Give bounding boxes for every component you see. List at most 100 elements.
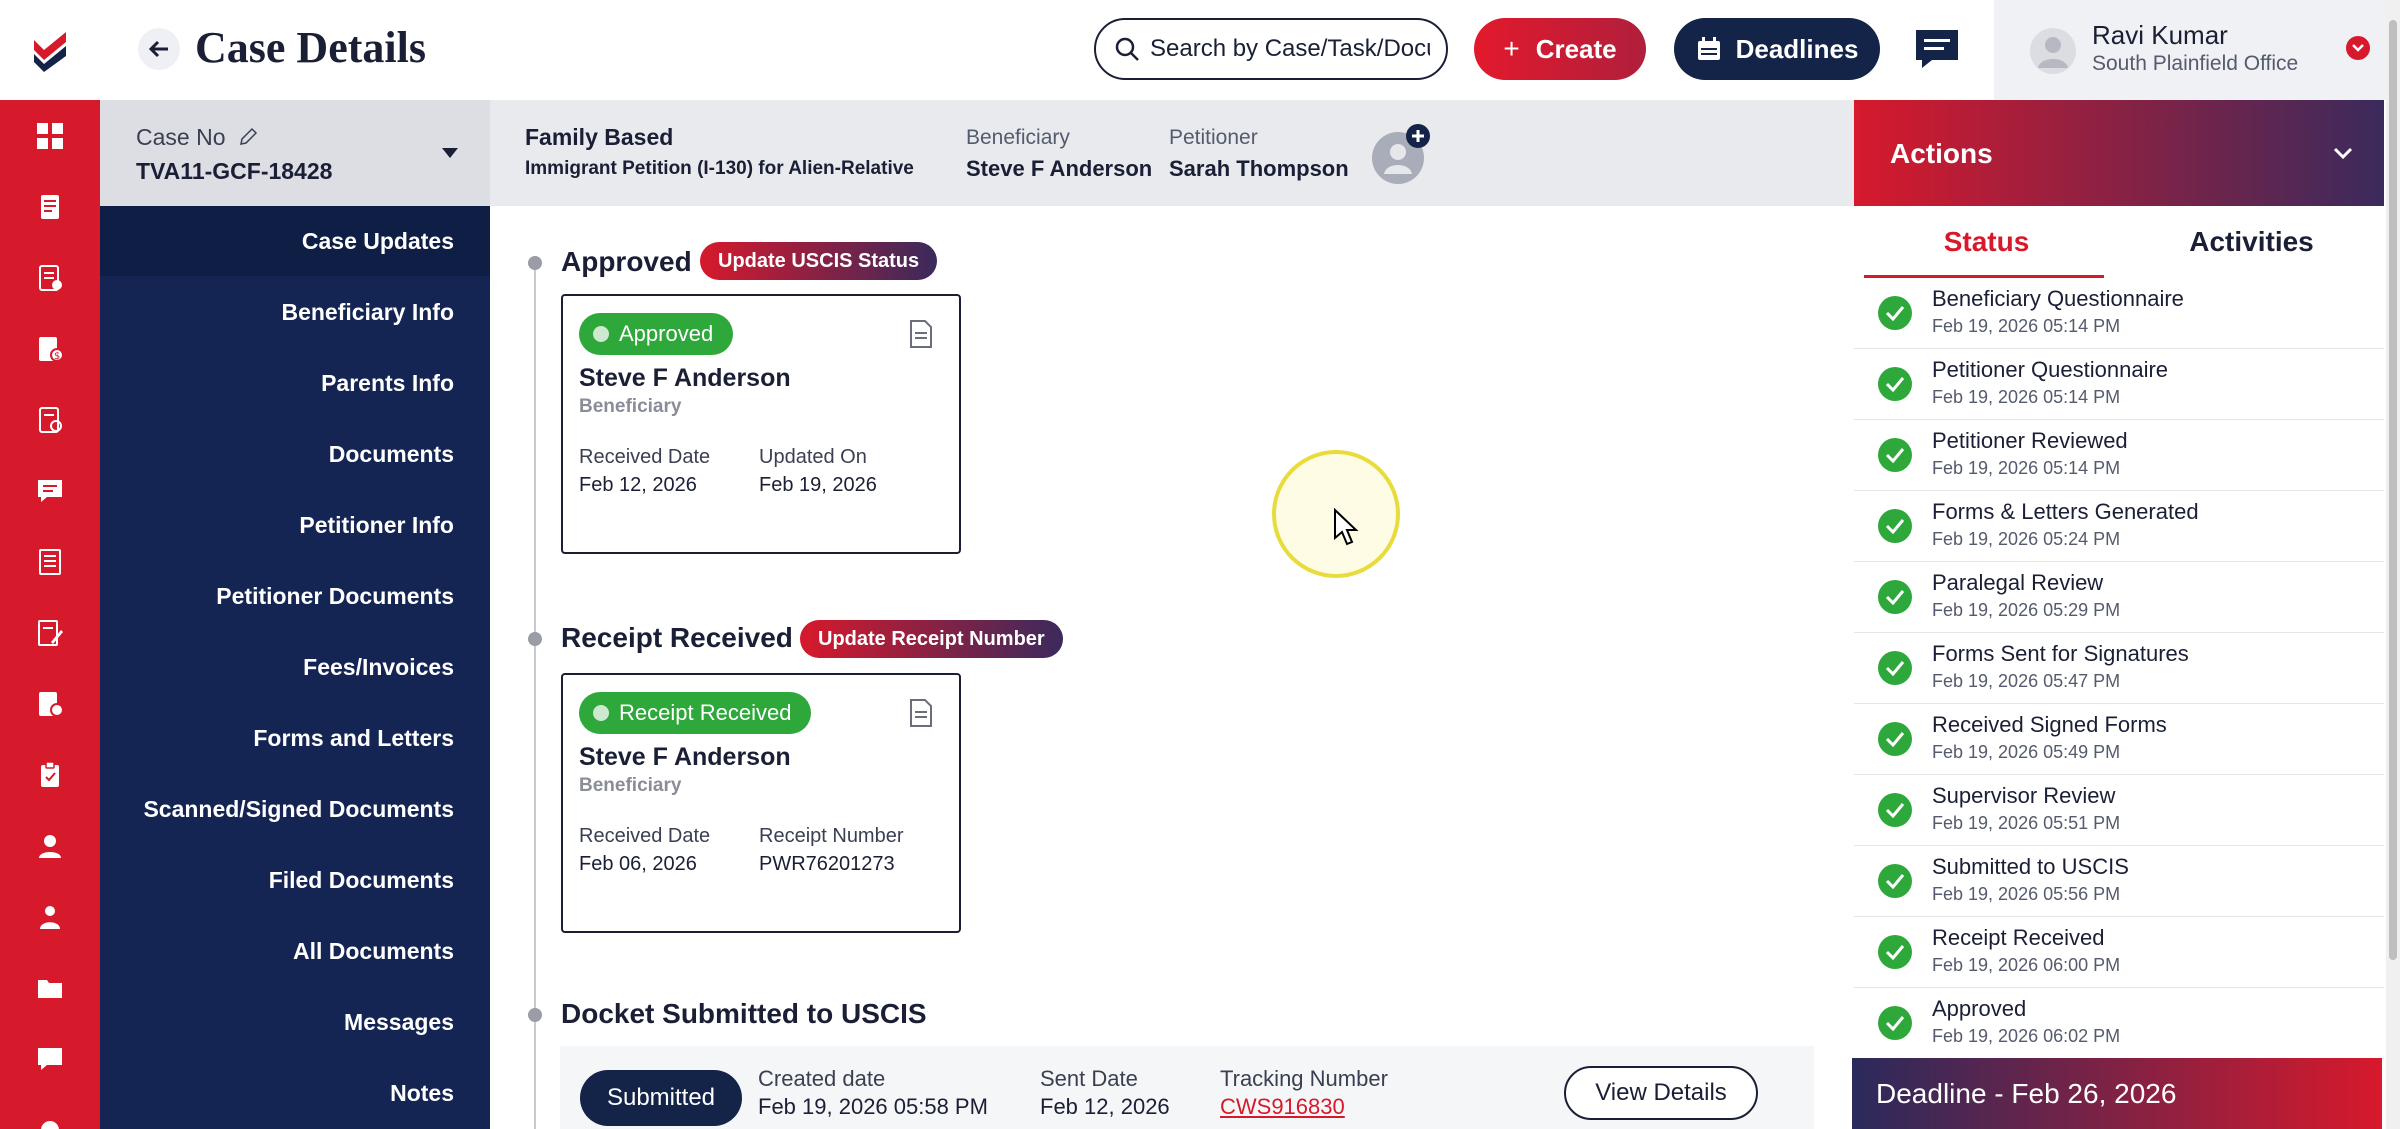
check-circle-icon <box>1878 438 1912 472</box>
chat-icon[interactable] <box>0 455 100 526</box>
update-uscis-status-button[interactable]: Update USCIS Status <box>700 242 938 280</box>
status-step-date: Feb 19, 2026 06:02 PM <box>1932 1026 2121 1046</box>
page-scrollbar[interactable] <box>2386 0 2400 1129</box>
forms-edit-icon[interactable] <box>0 597 100 668</box>
tab-status[interactable]: Status <box>1854 206 2119 278</box>
check-circle-icon <box>1878 1006 1912 1040</box>
notes-icon[interactable] <box>0 1023 100 1094</box>
petitioner-label: Petitioner <box>1169 126 1258 149</box>
invoice-icon[interactable] <box>0 668 100 739</box>
status-step-date: Feb 19, 2026 05:47 PM <box>1932 671 2121 691</box>
folder-icon[interactable] <box>0 952 100 1023</box>
status-list-item: Received Signed Forms Feb 19, 2026 05:49 … <box>1854 704 2384 775</box>
messages-button[interactable] <box>1912 26 1962 72</box>
status-step-title: Received Signed Forms <box>1932 712 2167 737</box>
tracking-number-link[interactable]: CWS916830 <box>1220 1094 1345 1120</box>
check-circle-icon <box>1878 367 1912 401</box>
status-step-title: Forms Sent for Signatures <box>1932 641 2189 666</box>
nav-item-notes[interactable]: Notes <box>390 1080 454 1107</box>
tab-activities[interactable]: Activities <box>2119 206 2384 278</box>
deadlines-button[interactable]: Deadlines <box>1674 18 1880 80</box>
status-list: Beneficiary Questionnaire Feb 19, 2026 05… <box>1854 278 2384 1059</box>
search-input[interactable] <box>1150 35 1430 63</box>
case-form-type: Immigrant Petition (I-130) for Alien-Rel… <box>525 158 914 179</box>
nav-item-fees-invoices[interactable]: Fees/Invoices <box>303 654 454 681</box>
chevron-down-icon <box>2352 44 2364 52</box>
view-details-button[interactable]: View Details <box>1564 1066 1758 1120</box>
document-icon[interactable] <box>909 320 933 348</box>
avatar <box>2030 28 2076 74</box>
document-icon[interactable] <box>909 699 933 727</box>
user-menu[interactable]: Ravi Kumar South Plainfield Office <box>1994 0 2400 100</box>
cases-icon[interactable] <box>0 171 100 242</box>
status-step-title: Beneficiary Questionnaire <box>1932 286 2184 311</box>
status-badge: Approved <box>579 313 734 355</box>
settings-icon[interactable] <box>0 1094 100 1129</box>
received-date-label: Received Date <box>579 825 711 847</box>
status-step-title: Forms & Letters Generated <box>1932 499 2199 524</box>
caret-down-icon[interactable] <box>442 148 458 158</box>
status-step-date: Feb 19, 2026 05:49 PM <box>1932 742 2121 762</box>
clipboard-icon[interactable] <box>0 739 100 810</box>
status-step-title: Submitted to USCIS <box>1932 854 2129 879</box>
created-date-label: Created date <box>758 1066 886 1091</box>
add-contact-button[interactable] <box>1368 122 1432 186</box>
pencil-icon[interactable] <box>238 127 258 147</box>
approved-card: Approved Steve F Anderson Beneficiary Re… <box>561 294 961 554</box>
nav-item-petitioner-info[interactable]: Petitioner Info <box>299 512 454 539</box>
status-step-title: Supervisor Review <box>1932 783 2116 808</box>
create-button[interactable]: + Create <box>1474 18 1646 80</box>
deadline-banner: Deadline - Feb 26, 2026 <box>1852 1058 2382 1129</box>
check-circle-icon <box>1878 935 1912 969</box>
nav-item-all-documents[interactable]: All Documents <box>293 938 454 965</box>
nav-item-forms-and-letters[interactable]: Forms and Letters <box>253 725 454 752</box>
docket-row: Submitted Created date Feb 19, 2026 05:5… <box>560 1046 1814 1129</box>
status-step-date: Feb 19, 2026 05:14 PM <box>1932 458 2121 478</box>
timeline-dot <box>528 1008 542 1022</box>
nav-item-filed-documents[interactable]: Filed Documents <box>269 867 454 894</box>
status-step-date: Feb 19, 2026 05:56 PM <box>1932 884 2121 904</box>
section-title-receipt-received: Receipt Received <box>561 622 793 653</box>
timeline-line <box>534 264 536 1129</box>
status-step-date: Feb 19, 2026 05:51 PM <box>1932 813 2121 833</box>
scrollbar-thumb[interactable] <box>2389 20 2397 960</box>
client-icon[interactable] <box>0 881 100 952</box>
status-list-item: Petitioner Questionnaire Feb 19, 2026 05:… <box>1854 349 2384 420</box>
status-step-title: Paralegal Review <box>1932 570 2104 595</box>
back-button[interactable] <box>138 28 180 70</box>
nav-item-parents-info[interactable]: Parents Info <box>321 370 454 397</box>
brand-logo-icon <box>34 32 66 72</box>
nav-item-petitioner-documents[interactable]: Petitioner Documents <box>216 583 454 610</box>
nav-item-beneficiary-info[interactable]: Beneficiary Info <box>281 299 454 326</box>
submitted-badge: Submitted <box>580 1070 742 1126</box>
user-dropdown-toggle[interactable] <box>2346 36 2370 60</box>
update-receipt-number-button[interactable]: Update Receipt Number <box>800 620 1063 658</box>
user-icon[interactable] <box>0 810 100 881</box>
search-box[interactable] <box>1094 18 1448 80</box>
status-list-item: Supervisor Review Feb 19, 2026 05:51 PM <box>1854 775 2384 846</box>
chevron-down-icon[interactable] <box>2332 142 2354 164</box>
status-list-item: Forms & Letters Generated Feb 19, 2026 05… <box>1854 491 2384 562</box>
case-selector[interactable]: Case No TVA11-GCF-18428 <box>100 100 490 206</box>
nav-item-case-updates[interactable]: Case Updates <box>302 228 454 255</box>
nav-item-scanned-signed-documents[interactable]: Scanned/Signed Documents <box>143 796 454 823</box>
plus-icon: + <box>1503 33 1520 64</box>
nav-item-documents[interactable]: Documents <box>329 441 454 468</box>
documents-icon[interactable] <box>0 526 100 597</box>
nav-item-messages[interactable]: Messages <box>344 1009 454 1036</box>
app-logo[interactable] <box>0 0 100 100</box>
case-timeline: Approved Update USCIS Status Approved St… <box>490 206 1854 1129</box>
task-list-icon[interactable] <box>0 242 100 313</box>
tracking-number-label: Tracking Number <box>1220 1066 1388 1091</box>
updated-on-label: Updated On <box>759 446 867 468</box>
billing-icon[interactable]: $ <box>0 313 100 384</box>
status-step-title: Receipt Received <box>1932 925 2105 950</box>
mouse-pointer-icon <box>1334 508 1359 546</box>
add-person-icon <box>1372 124 1430 184</box>
page-title: Case Details <box>195 23 426 72</box>
dashboard-icon[interactable] <box>0 100 100 171</box>
actions-panel-header[interactable]: Actions <box>1854 100 2384 206</box>
case-type: Family Based <box>525 124 674 150</box>
reports-icon[interactable] <box>0 384 100 455</box>
case-info-bar: Case No TVA11-GCF-18428 Family Based Imm… <box>100 100 1854 206</box>
